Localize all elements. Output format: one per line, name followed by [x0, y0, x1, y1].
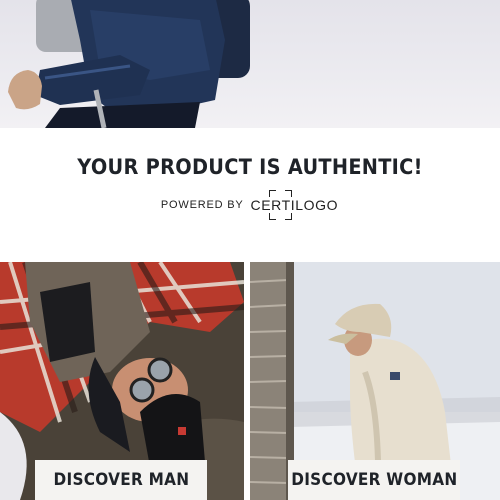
discover-woman-label: DISCOVER WOMAN — [290, 470, 458, 490]
discover-woman-button[interactable]: DISCOVER WOMAN — [288, 460, 460, 500]
hero-photo-illustration — [8, 0, 250, 128]
hero-image — [0, 0, 500, 128]
powered-by-row: POWERED BY CERTILOGO — [0, 190, 500, 220]
category-tile-man[interactable]: DISCOVER MAN — [0, 262, 244, 500]
powered-by-label: POWERED BY — [160, 199, 244, 211]
discover-man-label: DISCOVER MAN — [53, 470, 189, 490]
logo-bracket-icon — [285, 190, 293, 197]
category-tile-woman[interactable]: DISCOVER WOMAN — [250, 262, 500, 500]
logo-bracket-icon — [269, 190, 277, 197]
authentication-banner: YOUR PRODUCT IS AUTHENTIC! POWERED BY CE… — [0, 128, 500, 262]
certilogo-logo: CERTILOGO — [249, 190, 339, 220]
discover-man-button[interactable]: DISCOVER MAN — [35, 460, 207, 500]
authentic-title: YOUR PRODUCT IS AUTHENTIC! — [77, 155, 423, 179]
logo-bracket-icon — [269, 213, 277, 220]
certilogo-logo-text: CERTILOGO — [250, 197, 339, 213]
logo-bracket-icon — [285, 213, 293, 220]
